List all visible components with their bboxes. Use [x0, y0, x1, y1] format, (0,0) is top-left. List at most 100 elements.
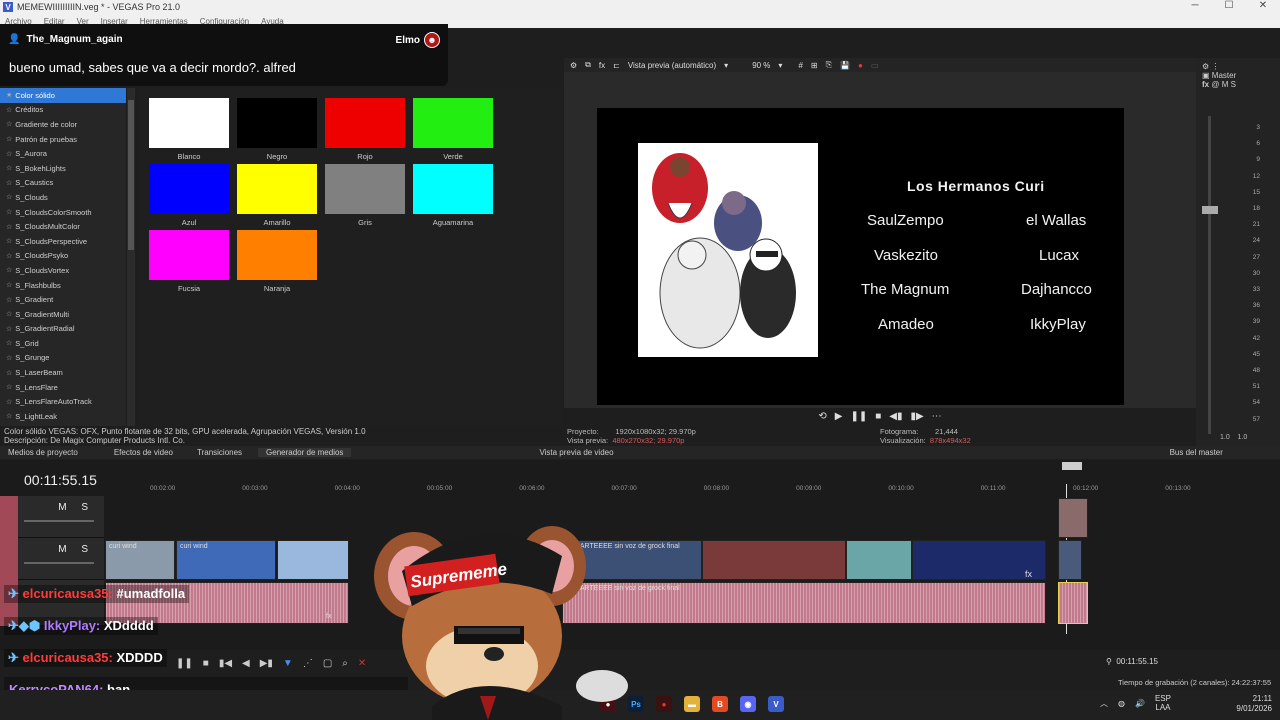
color-swatch[interactable]: Blanco — [149, 98, 229, 161]
split-icon[interactable]: ⊏ — [613, 61, 620, 70]
track-level-slider[interactable] — [24, 562, 94, 564]
select-tool-icon[interactable]: ▢ — [323, 658, 332, 669]
minimize-button[interactable]: ─ — [1178, 0, 1212, 11]
color-swatch[interactable]: Fucsia — [149, 230, 229, 293]
external-monitor-icon[interactable]: ⧉ — [585, 60, 591, 70]
gear-icon[interactable]: ⚙ — [1202, 62, 1209, 71]
stop-icon[interactable]: ■ — [203, 658, 209, 669]
track-mute-solo[interactable]: M S — [58, 544, 94, 555]
generator-list-item[interactable]: ☆ Créditos — [0, 103, 126, 118]
swatch-color-box[interactable] — [149, 164, 229, 214]
swatch-color-box[interactable] — [325, 164, 405, 214]
prev-frame-icon[interactable]: ◀▮ — [889, 411, 902, 422]
generator-list-item[interactable]: ☆ S_LensFlare — [0, 380, 126, 395]
vegas-icon[interactable]: V — [768, 696, 784, 712]
chevron-down-icon[interactable]: ▾ — [778, 61, 782, 70]
save-snapshot-icon[interactable]: 💾 — [840, 61, 850, 70]
generator-list-item[interactable]: ☆ S_Gradient — [0, 292, 126, 307]
audio-clip[interactable] — [1058, 582, 1088, 624]
loop-region-marker[interactable] — [1062, 462, 1082, 470]
next-frame-icon[interactable]: ▮▶ — [910, 411, 923, 422]
color-swatch[interactable]: Azul — [149, 164, 229, 227]
prev-icon[interactable]: ▮◀ — [219, 658, 232, 669]
color-swatch[interactable]: Verde — [413, 98, 493, 161]
master-fader-knob[interactable] — [1202, 206, 1218, 214]
settings-icon[interactable]: ⚙ — [570, 61, 577, 70]
stop-icon[interactable]: ■ — [875, 411, 881, 422]
generator-list-item[interactable]: ☆ Patrón de pruebas — [0, 132, 126, 147]
envelope-tool-icon[interactable]: ⋰ — [303, 658, 313, 669]
generator-list-item[interactable]: ☆ S_Aurora — [0, 146, 126, 161]
generator-list-item[interactable]: ★ Color sólido — [0, 88, 126, 103]
video-clip[interactable] — [277, 540, 349, 580]
color-swatch[interactable]: Gris — [325, 164, 405, 227]
fx-icon[interactable]: fx — [599, 61, 605, 70]
generator-list-item[interactable]: ☆ S_CloudsPerspective — [0, 234, 126, 249]
more-icon[interactable]: ⋯ — [932, 411, 942, 422]
pause-icon[interactable]: ❚❚ — [176, 658, 193, 669]
color-swatch[interactable]: Amarillo — [237, 164, 317, 227]
generator-list-item[interactable]: ☆ S_Grunge — [0, 351, 126, 366]
generator-list-item[interactable]: ☆ S_Grid — [0, 336, 126, 351]
loop-icon[interactable]: ⟲ — [818, 411, 826, 422]
swatch-color-box[interactable] — [149, 230, 229, 280]
chevron-down-icon[interactable]: ▾ — [724, 61, 728, 70]
track-mute-solo[interactable]: M S — [58, 502, 94, 513]
forward-icon[interactable]: ▶▮ — [260, 658, 273, 669]
generator-list-item[interactable]: ☆ S_Caustics — [0, 176, 126, 191]
tab-medios-proyecto[interactable]: Medios de proyecto — [0, 448, 86, 457]
play-icon[interactable]: ▶ — [835, 411, 843, 422]
folder-icon[interactable]: ▬ — [684, 696, 700, 712]
generator-list-item[interactable]: ☆ S_CloudsPsyko — [0, 249, 126, 264]
color-swatch[interactable]: Rojo — [325, 98, 405, 161]
discord-icon[interactable]: ◉ — [740, 696, 756, 712]
brave-icon[interactable]: B — [712, 696, 728, 712]
generator-list-item[interactable]: ☆ S_LaserBeam — [0, 365, 126, 380]
video-clip[interactable]: fx — [912, 540, 1046, 580]
generator-list-item[interactable]: ☆ S_GradientRadial — [0, 322, 126, 337]
swatch-color-box[interactable] — [237, 164, 317, 214]
zoom-tool-icon[interactable]: ⌕ — [342, 658, 348, 669]
edit-tool-icon[interactable]: ▼ — [283, 658, 293, 669]
swatch-color-box[interactable] — [325, 98, 405, 148]
generator-list-item[interactable]: ☆ S_GradientMulti — [0, 307, 126, 322]
color-swatch[interactable]: Aguamarina — [413, 164, 493, 227]
preview-mode-select[interactable]: Vista previa (automático) — [628, 61, 716, 70]
generator-list-scrollbar[interactable] — [127, 88, 135, 426]
swatch-color-box[interactable] — [237, 98, 317, 148]
clock[interactable]: 21:11 9/01/2026 — [1228, 694, 1272, 714]
generator-list-item[interactable]: ☆ S_BokehLights — [0, 161, 126, 176]
display-icon[interactable]: ▭ — [871, 61, 879, 70]
track-level-slider[interactable] — [24, 520, 94, 522]
swatch-color-box[interactable] — [149, 98, 229, 148]
tab-efectos-video[interactable]: Efectos de video — [106, 448, 181, 457]
video-clip[interactable]: curi wind — [176, 540, 276, 580]
pause-icon[interactable]: ❚❚ — [850, 411, 867, 422]
fx-icon[interactable]: fx — [1202, 80, 1209, 89]
generator-list-item[interactable]: ☆ S_LightLeak — [0, 409, 126, 424]
video-clip[interactable] — [846, 540, 912, 580]
copy-snapshot-icon[interactable]: ⎘ — [826, 60, 832, 70]
color-swatch[interactable]: Naranja — [237, 230, 317, 293]
record-icon[interactable]: ● — [858, 61, 863, 70]
tab-generador-medios[interactable]: Generador de medios — [258, 448, 352, 457]
generator-list-item[interactable]: ☆ S_Clouds — [0, 190, 126, 205]
swatch-color-box[interactable] — [413, 164, 493, 214]
generator-list-item[interactable]: ☆ S_CloudsColorSmooth — [0, 205, 126, 220]
zoom-select[interactable]: 90 % — [752, 61, 770, 70]
more-icon[interactable]: ⋮ — [1211, 62, 1219, 71]
color-swatch[interactable]: Negro — [237, 98, 317, 161]
video-clip[interactable] — [702, 540, 846, 580]
generator-list-item[interactable]: ☆ S_CloudsMultColor — [0, 219, 126, 234]
solo-button[interactable]: S — [1231, 80, 1236, 89]
network-icon[interactable]: ◍ — [1118, 699, 1125, 708]
generator-list-item[interactable]: ☆ S_CloudsVortex — [0, 263, 126, 278]
maximize-button[interactable]: ☐ — [1212, 0, 1246, 11]
video-clip[interactable]: curi wind — [105, 540, 175, 580]
timeline-ruler[interactable]: 00:02:00 00:03:00 00:04:00 00:05:00 00:06:00… — [104, 482, 1268, 498]
mute-button[interactable]: M — [1222, 80, 1229, 89]
tab-bus-master[interactable]: Bus del master — [1162, 448, 1231, 457]
video-clip[interactable] — [1058, 498, 1088, 538]
tab-transiciones[interactable]: Transiciones — [189, 448, 250, 457]
swatch-color-box[interactable] — [413, 98, 493, 148]
